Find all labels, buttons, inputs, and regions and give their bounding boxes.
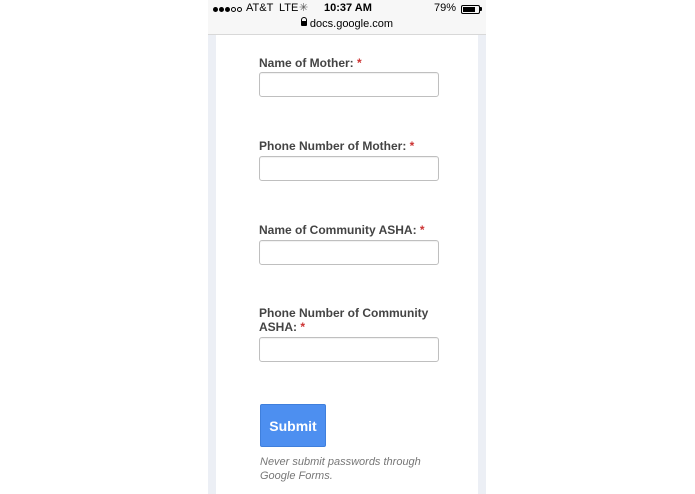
required-asterisk: *: [357, 56, 362, 70]
question-label-text: Phone Number of Mother:: [259, 139, 407, 153]
url-bar[interactable]: docs.google.com: [208, 17, 486, 35]
battery-tip: [480, 7, 482, 11]
form-page: Name of Mother: * Phone Number of Mother…: [208, 35, 486, 494]
question-label-mother-name: Name of Mother: *: [259, 56, 449, 70]
signal-dot-filled: [219, 6, 224, 12]
question-label-asha-phone: Phone Number of Community ASHA: *: [259, 306, 434, 334]
mother-name-input[interactable]: [259, 72, 439, 97]
phone-screen: AT&T LTE ✳ 10:37 AM 79% docs.google.com …: [208, 0, 486, 494]
url-domain: docs.google.com: [309, 18, 394, 30]
signal-dot-filled: [213, 6, 218, 12]
required-asterisk: *: [419, 223, 425, 237]
question-label-text: Phone Number of Community ASHA:: [259, 306, 429, 334]
required-asterisk: *: [300, 320, 306, 334]
question-label-text: Name of Mother:: [259, 56, 354, 70]
signal-dot-empty: [231, 6, 236, 12]
required-asterisk: *: [409, 139, 415, 153]
status-bar: AT&T LTE ✳ 10:37 AM 79%: [208, 0, 486, 17]
submit-button[interactable]: Submit: [260, 404, 326, 447]
form-card: Name of Mother: * Phone Number of Mother…: [216, 35, 478, 494]
question-label-text: Name of Community ASHA:: [259, 223, 417, 237]
signal-strength-icon: [213, 3, 243, 15]
battery-icon: [461, 5, 480, 14]
question-label-asha-name: Name of Community ASHA: *: [259, 223, 449, 237]
question-label-mother-phone: Phone Number of Mother: *: [259, 139, 449, 153]
battery-percentage: 79%: [434, 2, 457, 14]
clock-time: 10:37 AM: [324, 2, 372, 14]
password-disclaimer: Never submit passwords through Google Fo…: [260, 456, 421, 482]
activity-spinner-icon: ✳: [299, 2, 309, 14]
mother-phone-input[interactable]: [259, 156, 439, 181]
signal-dot-empty: [237, 6, 242, 12]
battery-level-fill: [463, 7, 475, 12]
lock-icon: [300, 17, 307, 26]
carrier-name: AT&T: [246, 2, 274, 14]
signal-dot-filled: [225, 6, 230, 12]
asha-phone-input[interactable]: [259, 337, 439, 362]
asha-name-input[interactable]: [259, 240, 439, 265]
network-type: LTE: [279, 2, 299, 14]
